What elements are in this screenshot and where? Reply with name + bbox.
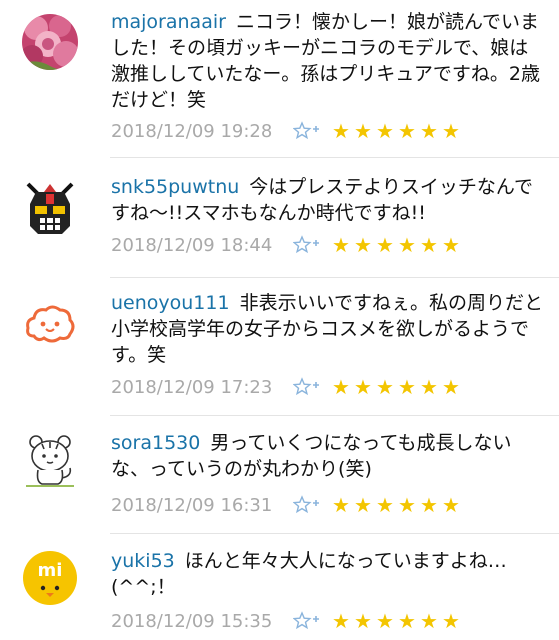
avatar[interactable] [22, 432, 78, 488]
star-icon: ★ [332, 233, 350, 257]
star-icon: ★ [442, 609, 460, 633]
star-rating: ★ ★ ★ ★ ★ ★ [331, 377, 461, 397]
username[interactable]: sora1530 [111, 432, 200, 454]
star-icon: ★ [376, 119, 394, 143]
star-icon: ★ [354, 375, 372, 399]
star-icon: ★ [376, 609, 394, 633]
star-icon: ★ [420, 375, 438, 399]
white-tiger-cartoon-avatar-icon [22, 432, 78, 488]
comment-item: majoranaair ニコラ！懐かしー！娘が読んでいました！その頃ガッキーがニコ… [0, 0, 559, 158]
timestamp: 2018/12/09 16:31 [111, 494, 273, 516]
comment-text: sora1530 男っていくつになっても成長しないな、っていうのが丸わかり(笑) [111, 430, 543, 482]
avatar[interactable] [22, 14, 78, 70]
star-icon: ★ [332, 609, 350, 633]
avatar[interactable]: mi [22, 550, 78, 606]
timestamp: 2018/12/09 19:28 [111, 120, 273, 142]
comment-meta: 2018/12/09 16:31 ★ ★ ★ ★ ★ ★ [111, 492, 461, 518]
star-rating: ★ ★ ★ ★ ★ ★ [331, 611, 461, 631]
yellow-mi-chick-avatar-icon: mi [22, 550, 78, 606]
comment-text: yuki53 ほんと年々大人になっていますよね…(^^;！ [111, 548, 543, 600]
star-rating: ★ ★ ★ ★ ★ ★ [331, 121, 461, 141]
star-icon: ★ [420, 233, 438, 257]
comment-text: uenoyou111 非表示いいですねぇ。私の周りだと小学校高学年の女子からコスメ… [111, 290, 543, 368]
star-rating: ★ ★ ★ ★ ★ ★ [331, 235, 461, 255]
comment-meta: 2018/12/09 19:28 ★ ★ ★ ★ ★ ★ [111, 118, 461, 144]
star-icon: ★ [420, 609, 438, 633]
comment-item: uenoyou111 非表示いいですねぇ。私の周りだと小学校高学年の女子からコスメ… [0, 278, 559, 416]
star-icon: ★ [354, 493, 372, 517]
username[interactable]: yuki53 [111, 550, 175, 572]
comment-meta: 2018/12/09 15:35 ★ ★ ★ ★ ★ ★ [111, 608, 461, 634]
star-icon: ★ [354, 233, 372, 257]
star-icon: ★ [442, 119, 460, 143]
comment-text: snk55puwtnu 今はプレステよりスイッチなんですね〜!!スマホもなんか時代… [111, 174, 543, 226]
star-plus-icon[interactable] [293, 120, 323, 142]
star-icon: ★ [442, 375, 460, 399]
username[interactable]: uenoyou111 [111, 292, 230, 314]
comment-meta: 2018/12/09 18:44 ★ ★ ★ ★ ★ ★ [111, 232, 461, 258]
timestamp: 2018/12/09 18:44 [111, 234, 273, 256]
robot-helmet-avatar-icon [22, 180, 78, 236]
star-icon: ★ [332, 493, 350, 517]
star-icon: ★ [398, 493, 416, 517]
star-icon: ★ [398, 375, 416, 399]
username[interactable]: snk55puwtnu [111, 176, 239, 198]
comment-text: majoranaair ニコラ！懐かしー！娘が読んでいました！その頃ガッキーがニコ… [111, 9, 543, 113]
orange-cloud-face-avatar-icon [22, 296, 78, 352]
star-icon: ★ [398, 119, 416, 143]
comment-item: snk55puwtnu 今はプレステよりスイッチなんですね〜!!スマホもなんか時代… [0, 158, 559, 278]
star-icon: ★ [332, 375, 350, 399]
star-plus-icon[interactable] [293, 494, 323, 516]
star-icon: ★ [376, 493, 394, 517]
star-icon: ★ [420, 119, 438, 143]
star-icon: ★ [332, 119, 350, 143]
comment-item: sora1530 男っていくつになっても成長しないな、っていうのが丸わかり(笑) … [0, 416, 559, 534]
star-icon: ★ [354, 119, 372, 143]
star-icon: ★ [376, 233, 394, 257]
star-rating: ★ ★ ★ ★ ★ ★ [331, 495, 461, 515]
timestamp: 2018/12/09 15:35 [111, 610, 273, 632]
comment-meta: 2018/12/09 17:23 ★ ★ ★ ★ ★ ★ [111, 374, 461, 400]
star-icon: ★ [398, 233, 416, 257]
avatar[interactable] [22, 296, 78, 352]
star-plus-icon[interactable] [293, 234, 323, 256]
comment-list: majoranaair ニコラ！懐かしー！娘が読んでいました！その頃ガッキーがニコ… [0, 0, 559, 640]
timestamp: 2018/12/09 17:23 [111, 376, 273, 398]
star-icon: ★ [398, 609, 416, 633]
star-icon: ★ [442, 493, 460, 517]
star-plus-icon[interactable] [293, 376, 323, 398]
star-icon: ★ [376, 375, 394, 399]
svg-text:mi: mi [38, 560, 63, 581]
username[interactable]: majoranaair [111, 11, 226, 33]
pink-rose-avatar-icon [22, 14, 78, 70]
star-icon: ★ [354, 609, 372, 633]
star-icon: ★ [420, 493, 438, 517]
star-icon: ★ [442, 233, 460, 257]
star-plus-icon[interactable] [293, 610, 323, 632]
avatar[interactable] [22, 180, 78, 236]
comment-item: mi yuki53 ほんと年々大人になっていますよね…(^^;！ 2018/12/… [0, 534, 559, 640]
